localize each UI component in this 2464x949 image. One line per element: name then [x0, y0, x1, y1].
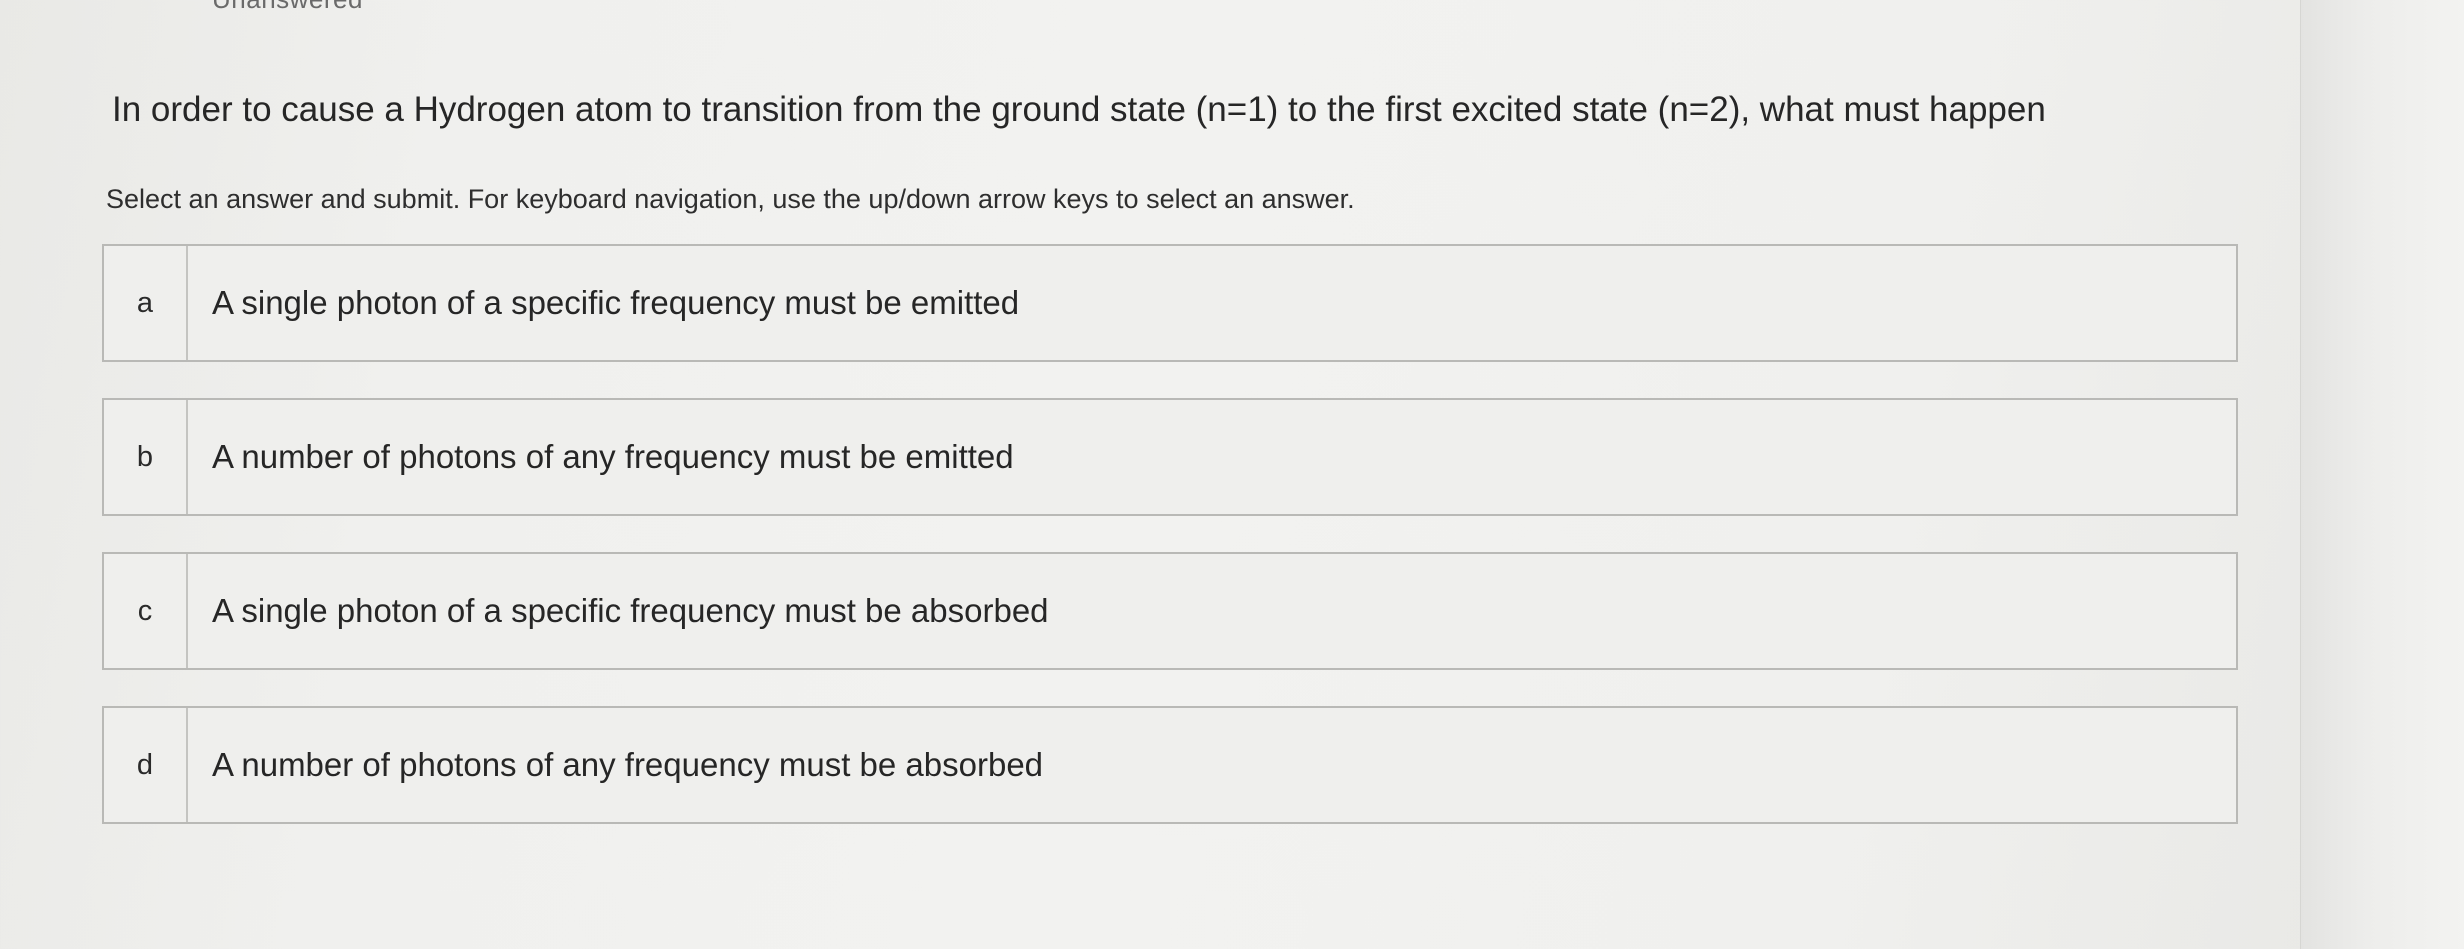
option-a[interactable]: a A single photon of a specific frequenc… — [102, 244, 2238, 362]
instructions-text: Select an answer and submit. For keyboar… — [106, 184, 1355, 214]
option-text: A number of photons of any frequency mus… — [212, 438, 1014, 475]
option-c[interactable]: c A single photon of a specific frequenc… — [102, 552, 2238, 670]
option-text: A single photon of a specific frequency … — [212, 592, 1049, 629]
question-text: In order to cause a Hydrogen atom to tra… — [112, 90, 2046, 129]
option-letter: c — [104, 554, 188, 668]
answer-status: Unanswered — [212, 0, 363, 15]
option-text: A number of photons of any frequency mus… — [212, 746, 1044, 783]
right-panel — [2300, 0, 2464, 949]
option-letter: d — [104, 708, 188, 822]
option-letter: a — [104, 246, 188, 360]
option-text: A single photon of a specific frequency … — [212, 284, 1020, 321]
answer-options: a A single photon of a specific frequenc… — [102, 244, 2238, 860]
option-letter: b — [104, 400, 188, 514]
option-d[interactable]: d A number of photons of any frequency m… — [102, 706, 2238, 824]
option-b[interactable]: b A number of photons of any frequency m… — [102, 398, 2238, 516]
